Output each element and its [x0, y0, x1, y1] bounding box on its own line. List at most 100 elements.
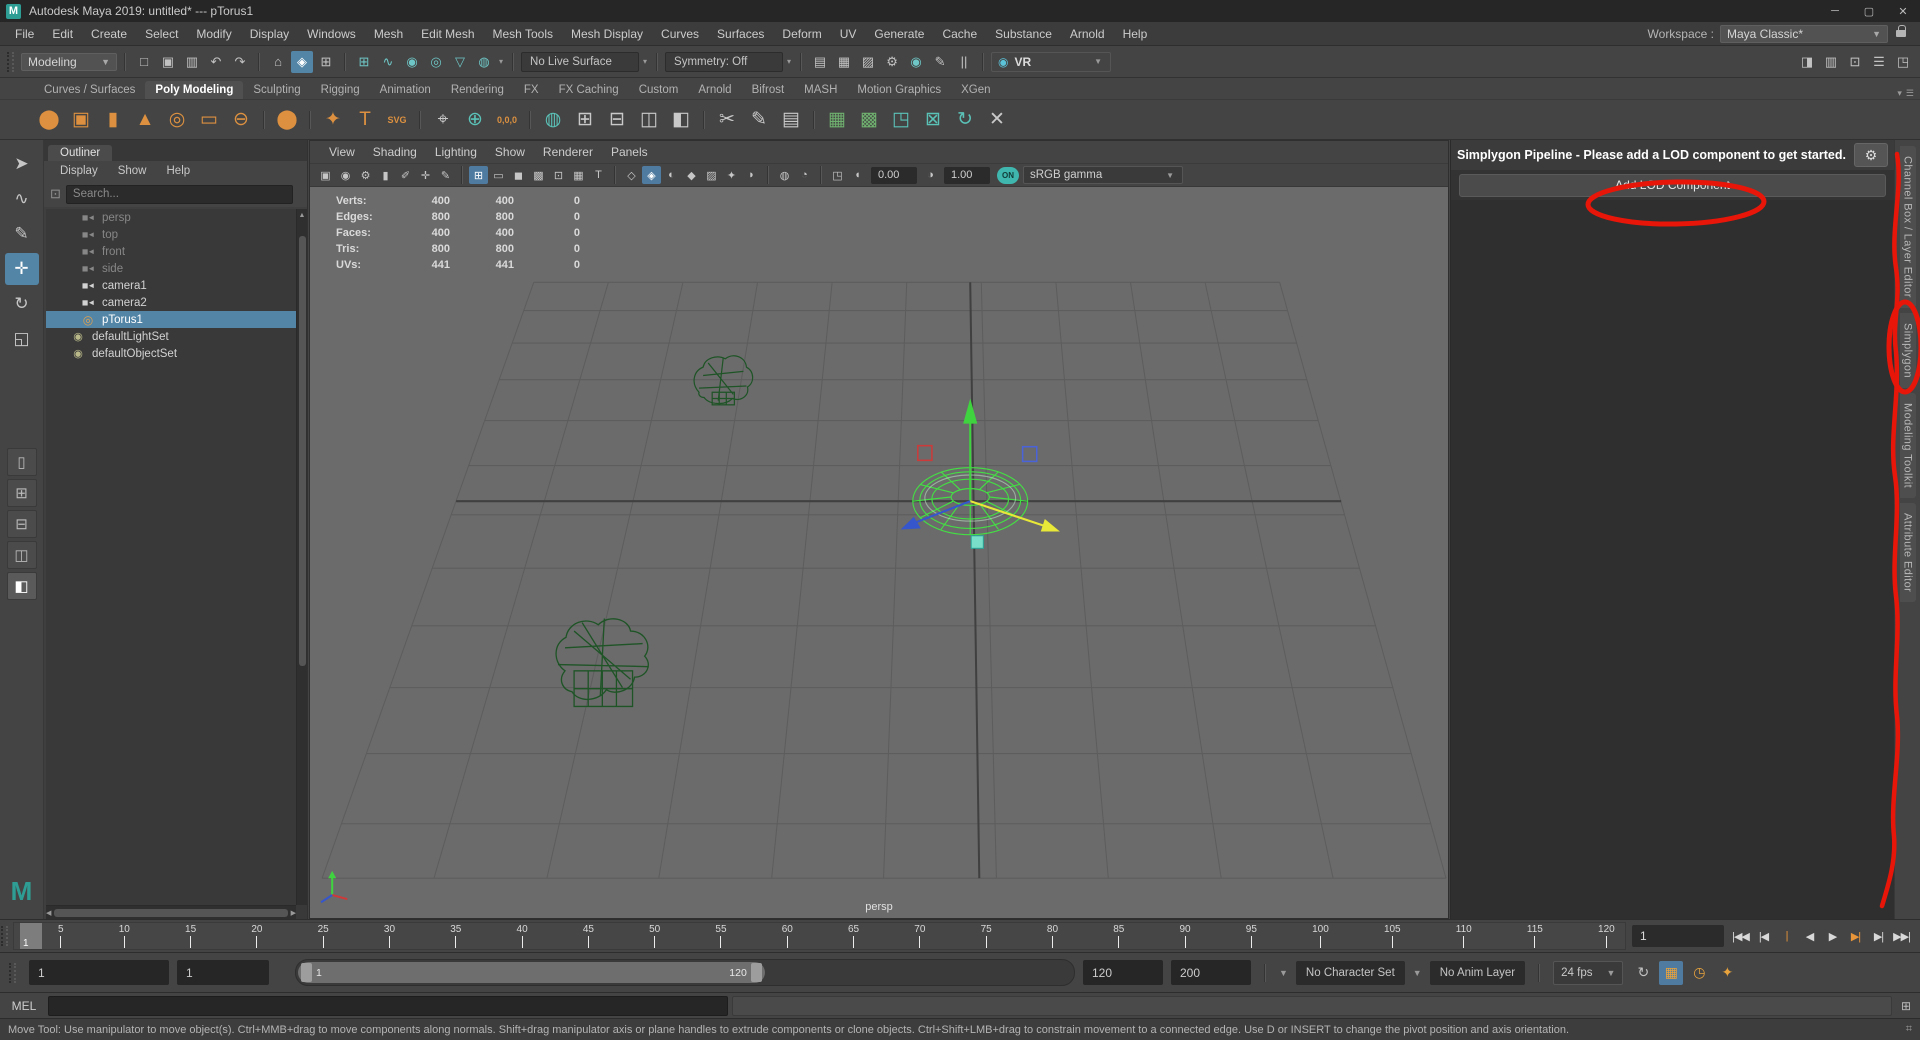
snap-to-point-icon[interactable]: ◉: [401, 51, 423, 73]
scroll-up-icon[interactable]: ▲: [299, 209, 306, 222]
animation-start-field[interactable]: 1: [29, 960, 169, 985]
textured-icon[interactable]: ◆: [682, 166, 701, 184]
outliner-item[interactable]: defaultObjectSet: [46, 345, 307, 362]
layout-outliner-persp[interactable]: ◧: [7, 572, 37, 600]
paint-effects-icon[interactable]: ✎: [929, 51, 951, 73]
gamma-icon[interactable]: ◑: [921, 166, 940, 184]
menu-item[interactable]: Create: [82, 27, 136, 41]
sidebar-channel-box-icon[interactable]: ⊡: [1844, 51, 1866, 73]
shelf-quad-draw-icon[interactable]: ✎: [744, 105, 774, 135]
outliner-item[interactable]: camera2: [46, 294, 307, 311]
gate-mask-icon[interactable]: ▩: [529, 166, 548, 184]
outliner-item[interactable]: persp: [46, 209, 307, 226]
shelf-retopologize-icon[interactable]: ◳: [886, 105, 916, 135]
timeline-tick[interactable]: 95: [1246, 924, 1257, 948]
shelf-remesh-icon[interactable]: ⊠: [918, 105, 948, 135]
shelf-sweep-mesh-icon[interactable]: ◍: [538, 105, 568, 135]
paint-select-tool[interactable]: ✎: [5, 218, 39, 250]
shelf-poly-cylinder-icon[interactable]: ▮: [98, 105, 128, 135]
menu-item[interactable]: Display: [241, 27, 298, 41]
layout-four-pane[interactable]: ⊞: [7, 479, 37, 507]
range-end-handle[interactable]: [751, 963, 762, 982]
filter-icon[interactable]: ⊡: [50, 186, 61, 202]
select-object-icon[interactable]: ◈: [291, 51, 313, 73]
play-backwards-button[interactable]: ◀: [1799, 925, 1820, 947]
scroll-left-icon[interactable]: ◀: [46, 906, 51, 920]
menu-item[interactable]: Select: [136, 27, 187, 41]
shadows-icon[interactable]: ◗: [742, 166, 761, 184]
shelf-poly-cone-icon[interactable]: ▲: [130, 105, 160, 135]
sidebar-character-icon[interactable]: ◳: [1892, 51, 1914, 73]
shelf-combine-icon[interactable]: ⊞: [570, 105, 600, 135]
lasso-tool[interactable]: ∿: [5, 183, 39, 215]
timeline-tick[interactable]: 20: [251, 924, 262, 948]
viewport-menu-item[interactable]: Shading: [364, 145, 426, 159]
range-slider-bar[interactable]: 1 120: [298, 962, 765, 983]
save-scene-icon[interactable]: ▥: [181, 51, 203, 73]
shelf-snap-align-icon[interactable]: ⊕: [460, 105, 490, 135]
select-component-icon[interactable]: ⊞: [315, 51, 337, 73]
shelf-tab[interactable]: Bifrost: [742, 81, 795, 99]
timeline-tick[interactable]: 15: [185, 924, 196, 948]
isolate-select-icon[interactable]: ◳: [828, 166, 847, 184]
menu-item[interactable]: Surfaces: [708, 27, 773, 41]
grease-pencil-icon[interactable]: ✎: [436, 166, 455, 184]
time-editor-icon[interactable]: ◷: [1687, 961, 1711, 985]
workspace-select[interactable]: Maya Classic*▼: [1720, 25, 1888, 43]
menuset-select[interactable]: Modeling▼: [21, 53, 117, 71]
select-tool[interactable]: ➤: [5, 148, 39, 180]
timeline-tick[interactable]: 85: [1113, 924, 1124, 948]
shelf-poly-sphere-icon[interactable]: ⬤: [34, 105, 64, 135]
outliner-search-input[interactable]: [66, 185, 293, 204]
timeline-tick[interactable]: 40: [517, 924, 528, 948]
character-set-select[interactable]: No Character Set: [1296, 961, 1405, 985]
step-forward-frame-button[interactable]: ▶|: [1868, 925, 1889, 947]
drag-grip[interactable]: [7, 52, 14, 72]
shelf-boolean-icon[interactable]: ◧: [666, 105, 696, 135]
outliner-item[interactable]: side: [46, 260, 307, 277]
command-line-result[interactable]: [732, 996, 1892, 1016]
command-line-input[interactable]: [48, 996, 728, 1016]
shelf-measure-icon[interactable]: ⌖: [428, 105, 458, 135]
shelf-super-shape-icon[interactable]: ✦: [318, 105, 348, 135]
outliner-item[interactable]: defaultLightSet: [46, 328, 307, 345]
outliner-menu-item[interactable]: Help: [159, 165, 199, 177]
range-slider-track[interactable]: 1 120: [295, 959, 1075, 986]
use-default-material-icon[interactable]: ▨: [702, 166, 721, 184]
menu-item[interactable]: Mesh: [365, 27, 412, 41]
open-scene-icon[interactable]: ▣: [157, 51, 179, 73]
add-lod-component-button[interactable]: Add LOD Component: [1459, 174, 1886, 197]
menu-item[interactable]: Substance: [986, 27, 1061, 41]
rotate-tool[interactable]: ↻: [5, 288, 39, 320]
select-hierarchy-icon[interactable]: ⌂: [267, 51, 289, 73]
shelf-tab[interactable]: Rendering: [441, 81, 514, 99]
select-camera-icon[interactable]: ▣: [316, 166, 335, 184]
shelf-tab[interactable]: FX: [514, 81, 549, 99]
current-time-field[interactable]: 1: [1632, 925, 1724, 947]
auto-key-icon[interactable]: ✦: [1715, 961, 1739, 985]
viewport-menu-item[interactable]: Show: [486, 145, 534, 159]
lock-icon[interactable]: [1896, 30, 1906, 37]
step-back-key-button[interactable]: |: [1776, 925, 1797, 947]
shelf-tab[interactable]: MASH: [794, 81, 847, 99]
shelf-options-icon[interactable]: ☰: [1906, 88, 1914, 99]
layout-two-side-by-side[interactable]: ◫: [7, 541, 37, 569]
tab-attribute-editor[interactable]: Attribute Editor: [1900, 503, 1916, 602]
make-live-icon[interactable]: ◍: [473, 51, 495, 73]
timeline-tick[interactable]: 75: [981, 924, 992, 948]
menu-item[interactable]: Generate: [865, 27, 933, 41]
outliner-horizontal-scrollbar[interactable]: ◀ ▶: [46, 905, 296, 919]
field-chart-icon[interactable]: ⊡: [549, 166, 568, 184]
shelf-tab[interactable]: XGen: [951, 81, 1000, 99]
timeline-tick[interactable]: 50: [649, 924, 660, 948]
shelf-reduce-icon[interactable]: ↻: [950, 105, 980, 135]
shelf-tab[interactable]: Sculpting: [243, 81, 310, 99]
timeline-tick[interactable]: 120: [1598, 924, 1615, 948]
range-start-handle[interactable]: [301, 963, 312, 982]
shelf-insert-edge-loop-icon[interactable]: ▤: [776, 105, 806, 135]
timeline-tick[interactable]: 35: [450, 924, 461, 948]
viewport-canvas[interactable]: Verts: 400 400 0 Edges: 800 800 0 Faces:…: [310, 187, 1448, 918]
shelf-multi-cut-icon[interactable]: ✂: [712, 105, 742, 135]
ipr-render-icon[interactable]: ▨: [857, 51, 879, 73]
render-view-icon[interactable]: ▤: [809, 51, 831, 73]
